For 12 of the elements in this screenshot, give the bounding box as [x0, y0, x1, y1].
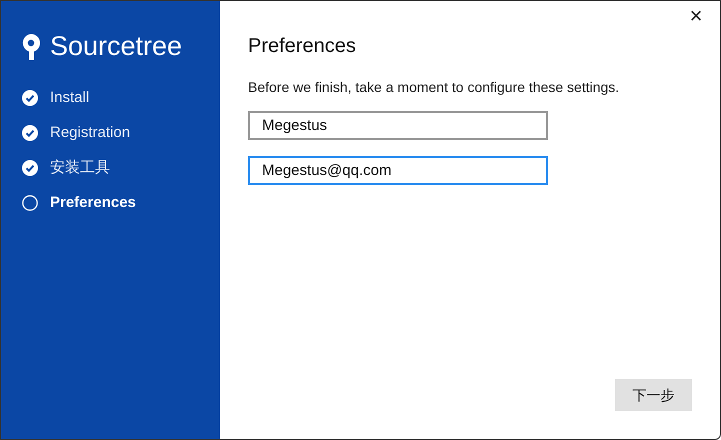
- page-title: Preferences: [248, 34, 357, 59]
- description: Before we finish, take a moment to configure these settings.: [248, 78, 620, 97]
- close-button[interactable]: ×: [686, 5, 706, 27]
- input-field[interactable]: Megestus@qq.com: [248, 156, 548, 185]
- app-name: Sourcetree: [50, 33, 182, 60]
- step-label: Install: [50, 88, 90, 108]
- step-label: 安装工具: [50, 158, 110, 178]
- input-field[interactable]: Megestus: [248, 111, 548, 140]
- step-label: Preferences: [50, 192, 136, 213]
- step-label: Registration: [50, 122, 130, 143]
- logo-icon: [22, 34, 40, 60]
- next-button[interactable]: 下一步: [615, 379, 692, 411]
